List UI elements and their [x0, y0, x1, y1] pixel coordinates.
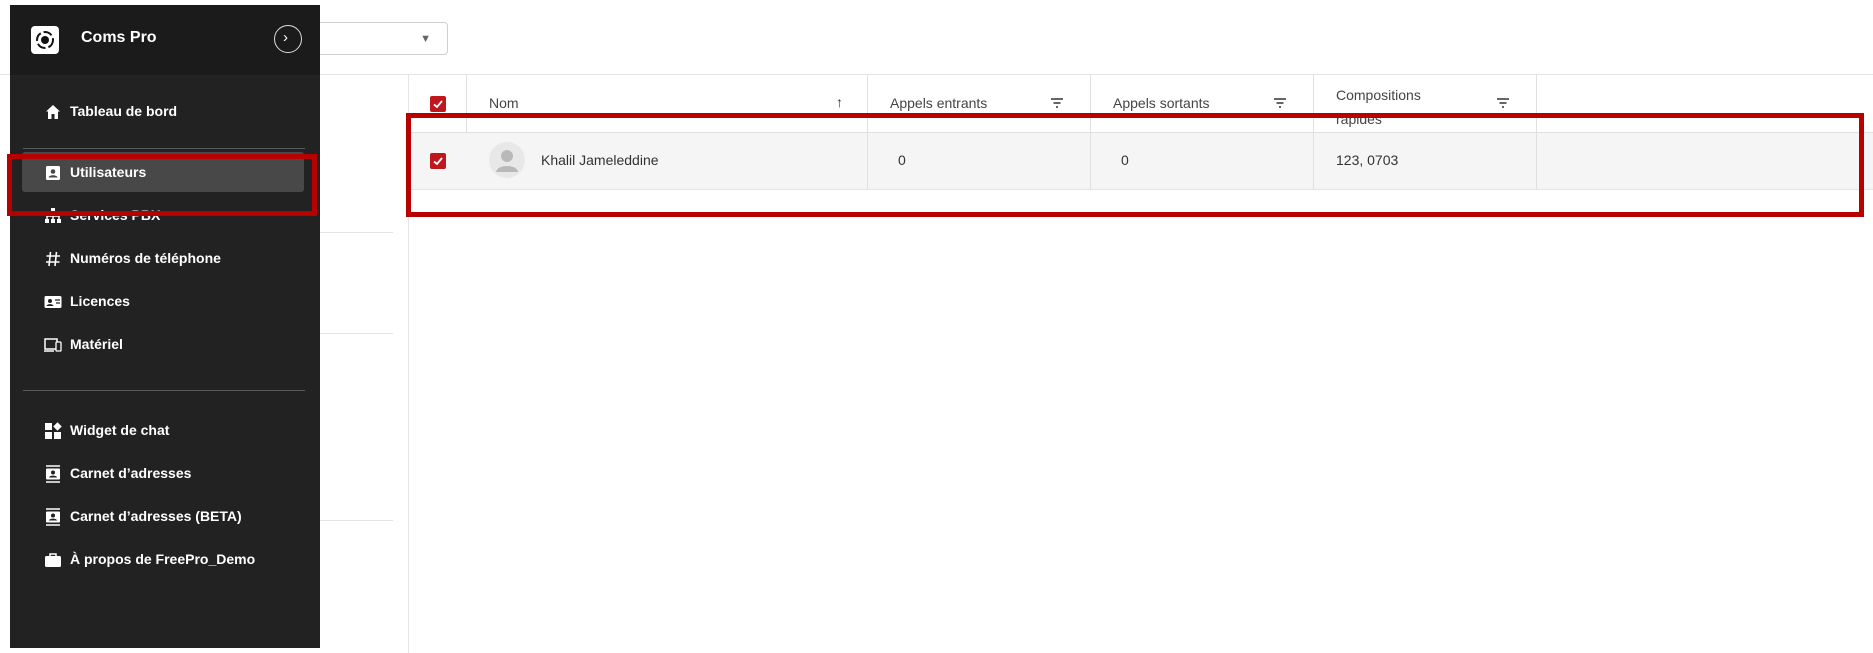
contacts-icon: [44, 508, 62, 526]
sidebar-item-label: Utilisateurs: [70, 164, 147, 180]
column-header-incoming[interactable]: Appels entrants: [868, 75, 1091, 132]
outgoing-value: 0: [1121, 152, 1129, 168]
user-name: Khalil Jameleddine: [541, 152, 659, 168]
column-header-speed-dials[interactable]: Compositions rapides: [1314, 75, 1537, 132]
filter-icon[interactable]: [1051, 97, 1063, 111]
sidebar-item-label: Widget de chat: [70, 422, 170, 438]
left-pane-divider: [320, 232, 393, 233]
name-cell[interactable]: Khalil Jameleddine: [467, 133, 868, 189]
sidebar-item-label: Carnet d’adresses (BETA): [70, 508, 242, 524]
sidebar-item-pbx-services[interactable]: Services PBX: [22, 195, 304, 235]
sidebar-nav: Coms Pro › Tableau de bord Utilisateurs …: [10, 5, 320, 648]
sidebar-item-label: Tableau de bord: [70, 103, 178, 119]
chevron-right-icon: ›: [283, 29, 288, 46]
dropdown-arrow-icon: ▼: [420, 33, 431, 45]
widgets-icon: [44, 422, 62, 440]
sidebar-item-address-book-beta[interactable]: Carnet d’adresses (BETA): [22, 496, 304, 536]
users-table: Nom ↑ Appels entrants Appels sortants Co…: [409, 75, 1873, 190]
sidebar-item-hardware[interactable]: Matériel: [22, 324, 304, 364]
incoming-cell: 0: [868, 133, 1091, 189]
sidebar-divider: [23, 148, 305, 149]
column-header-label: Appels entrants: [890, 95, 988, 111]
filter-icon[interactable]: [1274, 97, 1286, 111]
devices-icon: [44, 336, 62, 354]
sidebar-item-dashboard[interactable]: Tableau de bord: [22, 91, 304, 131]
sidebar-item-users[interactable]: Utilisateurs: [22, 152, 304, 192]
expand-sidebar-button[interactable]: ›: [274, 25, 302, 53]
sitemap-icon: [44, 207, 62, 225]
speed-dials-value: 123, 0703: [1336, 152, 1399, 168]
sidebar-item-phone-numbers[interactable]: Numéros de téléphone: [22, 238, 304, 278]
sidebar-header: Coms Pro ›: [10, 5, 320, 75]
home-icon: [44, 103, 62, 121]
row-checkbox[interactable]: [430, 153, 446, 169]
column-header-label: Appels sortants: [1113, 95, 1210, 111]
sidebar-item-label: Numéros de téléphone: [70, 250, 221, 266]
avatar: [489, 142, 525, 178]
briefcase-icon: [44, 551, 62, 569]
user-card-icon: [44, 164, 62, 182]
row-select-cell: [409, 133, 467, 189]
sort-up-icon[interactable]: ↑: [836, 94, 843, 110]
app-logo-icon: [31, 26, 59, 54]
left-pane-divider: [320, 333, 393, 334]
column-header-outgoing[interactable]: Appels sortants: [1091, 75, 1314, 132]
app-name: Coms Pro: [81, 29, 157, 46]
incoming-value: 0: [898, 152, 906, 168]
hash-icon: [44, 250, 62, 268]
column-header-label: Compositions rapides: [1336, 87, 1421, 127]
sidebar-item-licenses[interactable]: Licences: [22, 281, 304, 321]
sidebar-item-label: Licences: [70, 293, 130, 309]
filter-dropdown[interactable]: ▼: [300, 22, 448, 55]
sidebar-item-label: Matériel: [70, 336, 123, 352]
sidebar-item-chat-widget[interactable]: Widget de chat: [22, 410, 304, 450]
sidebar-item-address-book[interactable]: Carnet d’adresses: [22, 453, 304, 493]
select-all-checkbox[interactable]: [430, 96, 446, 112]
license-card-icon: [44, 293, 62, 311]
sidebar-item-label: Services PBX: [70, 207, 161, 223]
speed-dials-cell: 123, 0703: [1314, 133, 1537, 189]
table-header: Nom ↑ Appels entrants Appels sortants Co…: [409, 75, 1873, 133]
left-pane-divider: [320, 520, 393, 521]
sidebar-item-about[interactable]: À propos de FreePro_Demo: [22, 539, 304, 579]
sidebar-item-label: Carnet d’adresses: [70, 465, 192, 481]
column-header-label: Nom: [489, 95, 519, 111]
outgoing-cell: 0: [1091, 133, 1314, 189]
select-all-cell: [409, 75, 467, 132]
sidebar-divider: [23, 390, 305, 391]
sidebar-item-label: À propos de FreePro_Demo: [70, 551, 256, 567]
table-row[interactable]: Khalil Jameleddine 0 0 123, 0703: [409, 133, 1873, 190]
column-header-name[interactable]: Nom ↑: [467, 75, 868, 132]
filter-icon[interactable]: [1497, 97, 1509, 111]
contacts-icon: [44, 465, 62, 483]
